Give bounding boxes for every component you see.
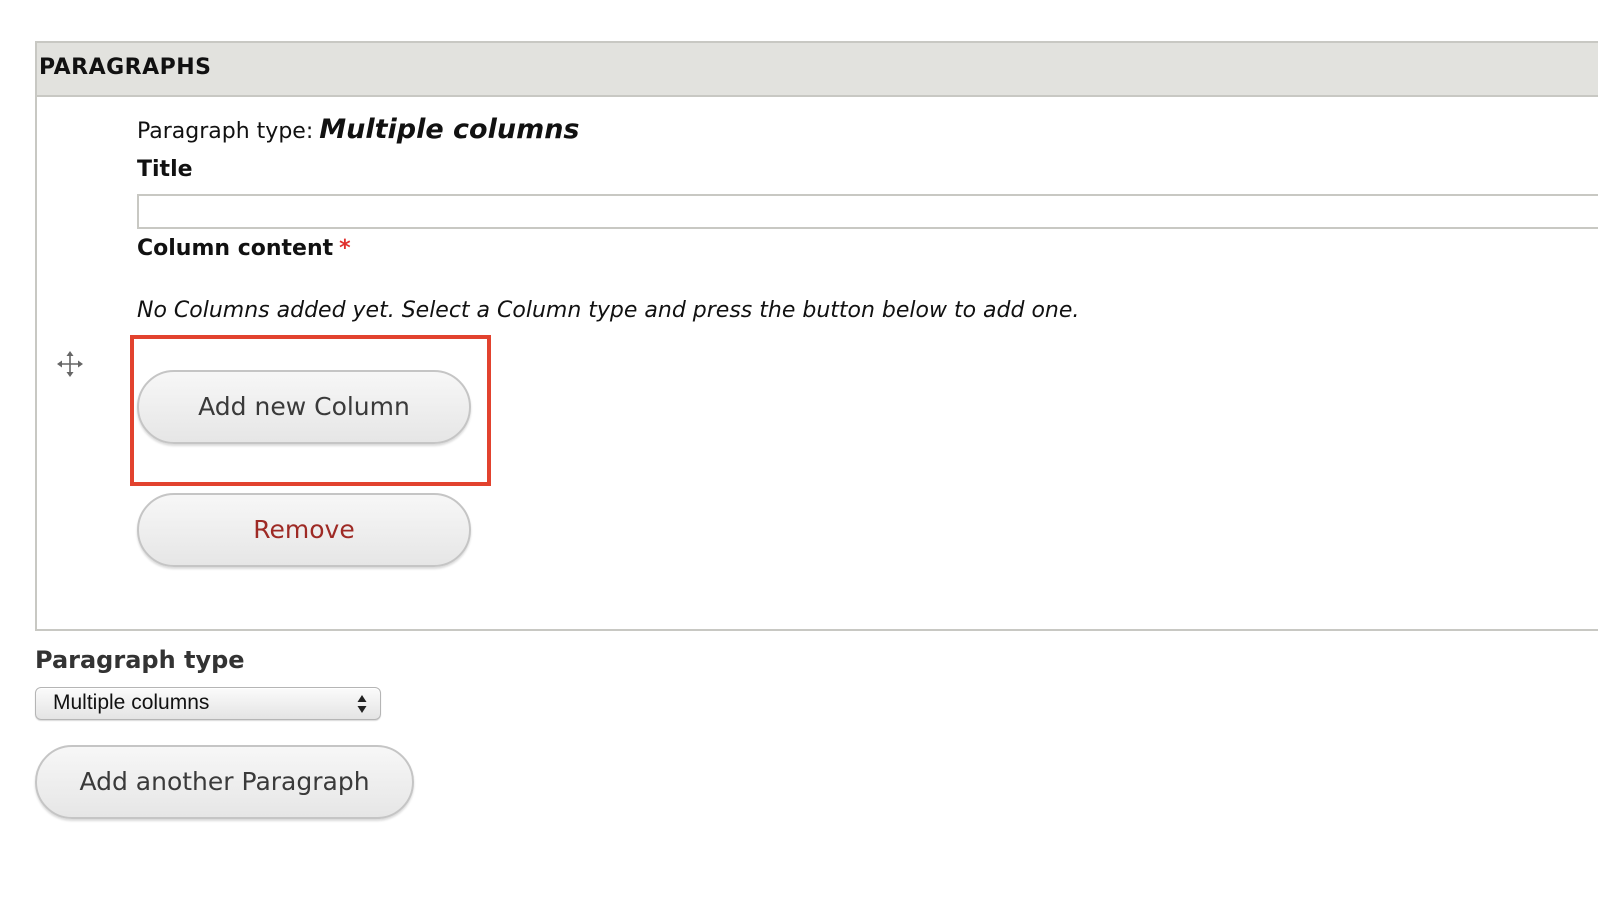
select-updown-icon — [357, 695, 367, 713]
add-new-column-button[interactable]: Add new Column — [137, 370, 471, 444]
column-content-label: Column content * — [137, 236, 351, 261]
paragraph-type-value: Multiple columns — [319, 114, 580, 145]
paragraphs-header: PARAGRAPHS — [37, 43, 1598, 97]
required-marker: * — [339, 236, 351, 261]
title-input[interactable] — [137, 194, 1598, 229]
add-another-paragraph-button[interactable]: Add another Paragraph — [35, 745, 414, 819]
no-columns-message: No Columns added yet. Select a Column ty… — [137, 298, 1080, 323]
move-drag-icon[interactable] — [56, 350, 84, 378]
paragraphs-title: PARAGRAPHS — [39, 55, 212, 80]
paragraph-type-selected-value: Multiple columns — [53, 691, 210, 714]
remove-button[interactable]: Remove — [137, 493, 471, 567]
paragraph-type-info: Paragraph type: Multiple columns — [137, 114, 580, 145]
paragraph-type-label: Paragraph type: — [137, 119, 314, 144]
column-content-text: Column content — [137, 236, 334, 261]
paragraph-type-select[interactable]: Multiple columns — [35, 687, 381, 720]
paragraph-type-select-label: Paragraph type — [35, 646, 245, 674]
title-label: Title — [137, 157, 193, 182]
